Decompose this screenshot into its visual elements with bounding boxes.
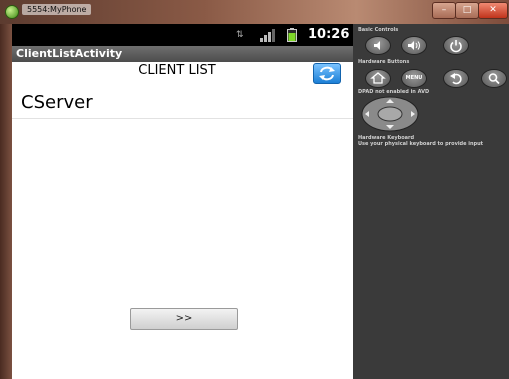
list-item[interactable]: CServer (12, 86, 353, 119)
volume-down-button[interactable] (365, 36, 391, 55)
dpad-label: DPAD not enabled in AVD (358, 89, 430, 95)
basic-controls-label: Basic Controls (358, 27, 399, 33)
device-screen: ⇅ 10:26 ClientListActivity CLIENT LIST C… (12, 24, 353, 379)
volume-up-button[interactable] (401, 36, 427, 55)
app-icon (5, 5, 19, 19)
refresh-icon (319, 66, 335, 81)
window-title: 5554:MyPhone (22, 4, 92, 15)
power-button[interactable] (443, 36, 469, 55)
maximize-button[interactable]: □ (455, 2, 479, 19)
menu-button[interactable]: MENU (401, 69, 427, 88)
home-icon (370, 72, 386, 84)
menu-button-label: MENU (405, 75, 423, 81)
dpad-icon[interactable] (361, 96, 419, 132)
hardware-buttons-label: Hardware Buttons (358, 59, 410, 65)
back-icon (450, 73, 462, 85)
client-name: CServer (21, 92, 93, 113)
next-button[interactable]: >> (130, 308, 238, 330)
window-titlebar[interactable]: 5554:MyPhone – □ ✕ (0, 0, 509, 24)
activity-title: ClientListActivity (16, 47, 123, 60)
search-icon (488, 73, 500, 85)
data-activity-icon: ⇅ (236, 30, 244, 40)
minimize-icon: – (441, 5, 447, 15)
status-bar: ⇅ 10:26 (12, 24, 353, 46)
battery-icon (287, 28, 297, 42)
close-button[interactable]: ✕ (478, 2, 508, 19)
page-title: CLIENT LIST (138, 63, 216, 78)
volume-up-icon (408, 41, 420, 50)
minimize-button[interactable]: – (432, 2, 456, 19)
maximize-icon: □ (462, 5, 472, 15)
close-icon: ✕ (489, 5, 497, 15)
status-time: 10:26 (308, 27, 350, 42)
search-button[interactable] (481, 69, 507, 88)
volume-down-icon (374, 41, 380, 50)
hardware-keyboard-hint: Use your physical keyboard to provide in… (358, 141, 484, 147)
refresh-button[interactable] (313, 63, 341, 84)
power-icon (450, 40, 462, 53)
back-button[interactable] (443, 69, 469, 88)
emulator-frame (0, 24, 12, 379)
list-header: CLIENT LIST (12, 62, 353, 84)
activity-title-bar: ClientListActivity (12, 46, 353, 62)
home-button[interactable] (365, 69, 391, 88)
emulator-controls: Basic Controls Hardware Buttons MENU DPA… (353, 24, 509, 379)
signal-icon (260, 29, 275, 42)
